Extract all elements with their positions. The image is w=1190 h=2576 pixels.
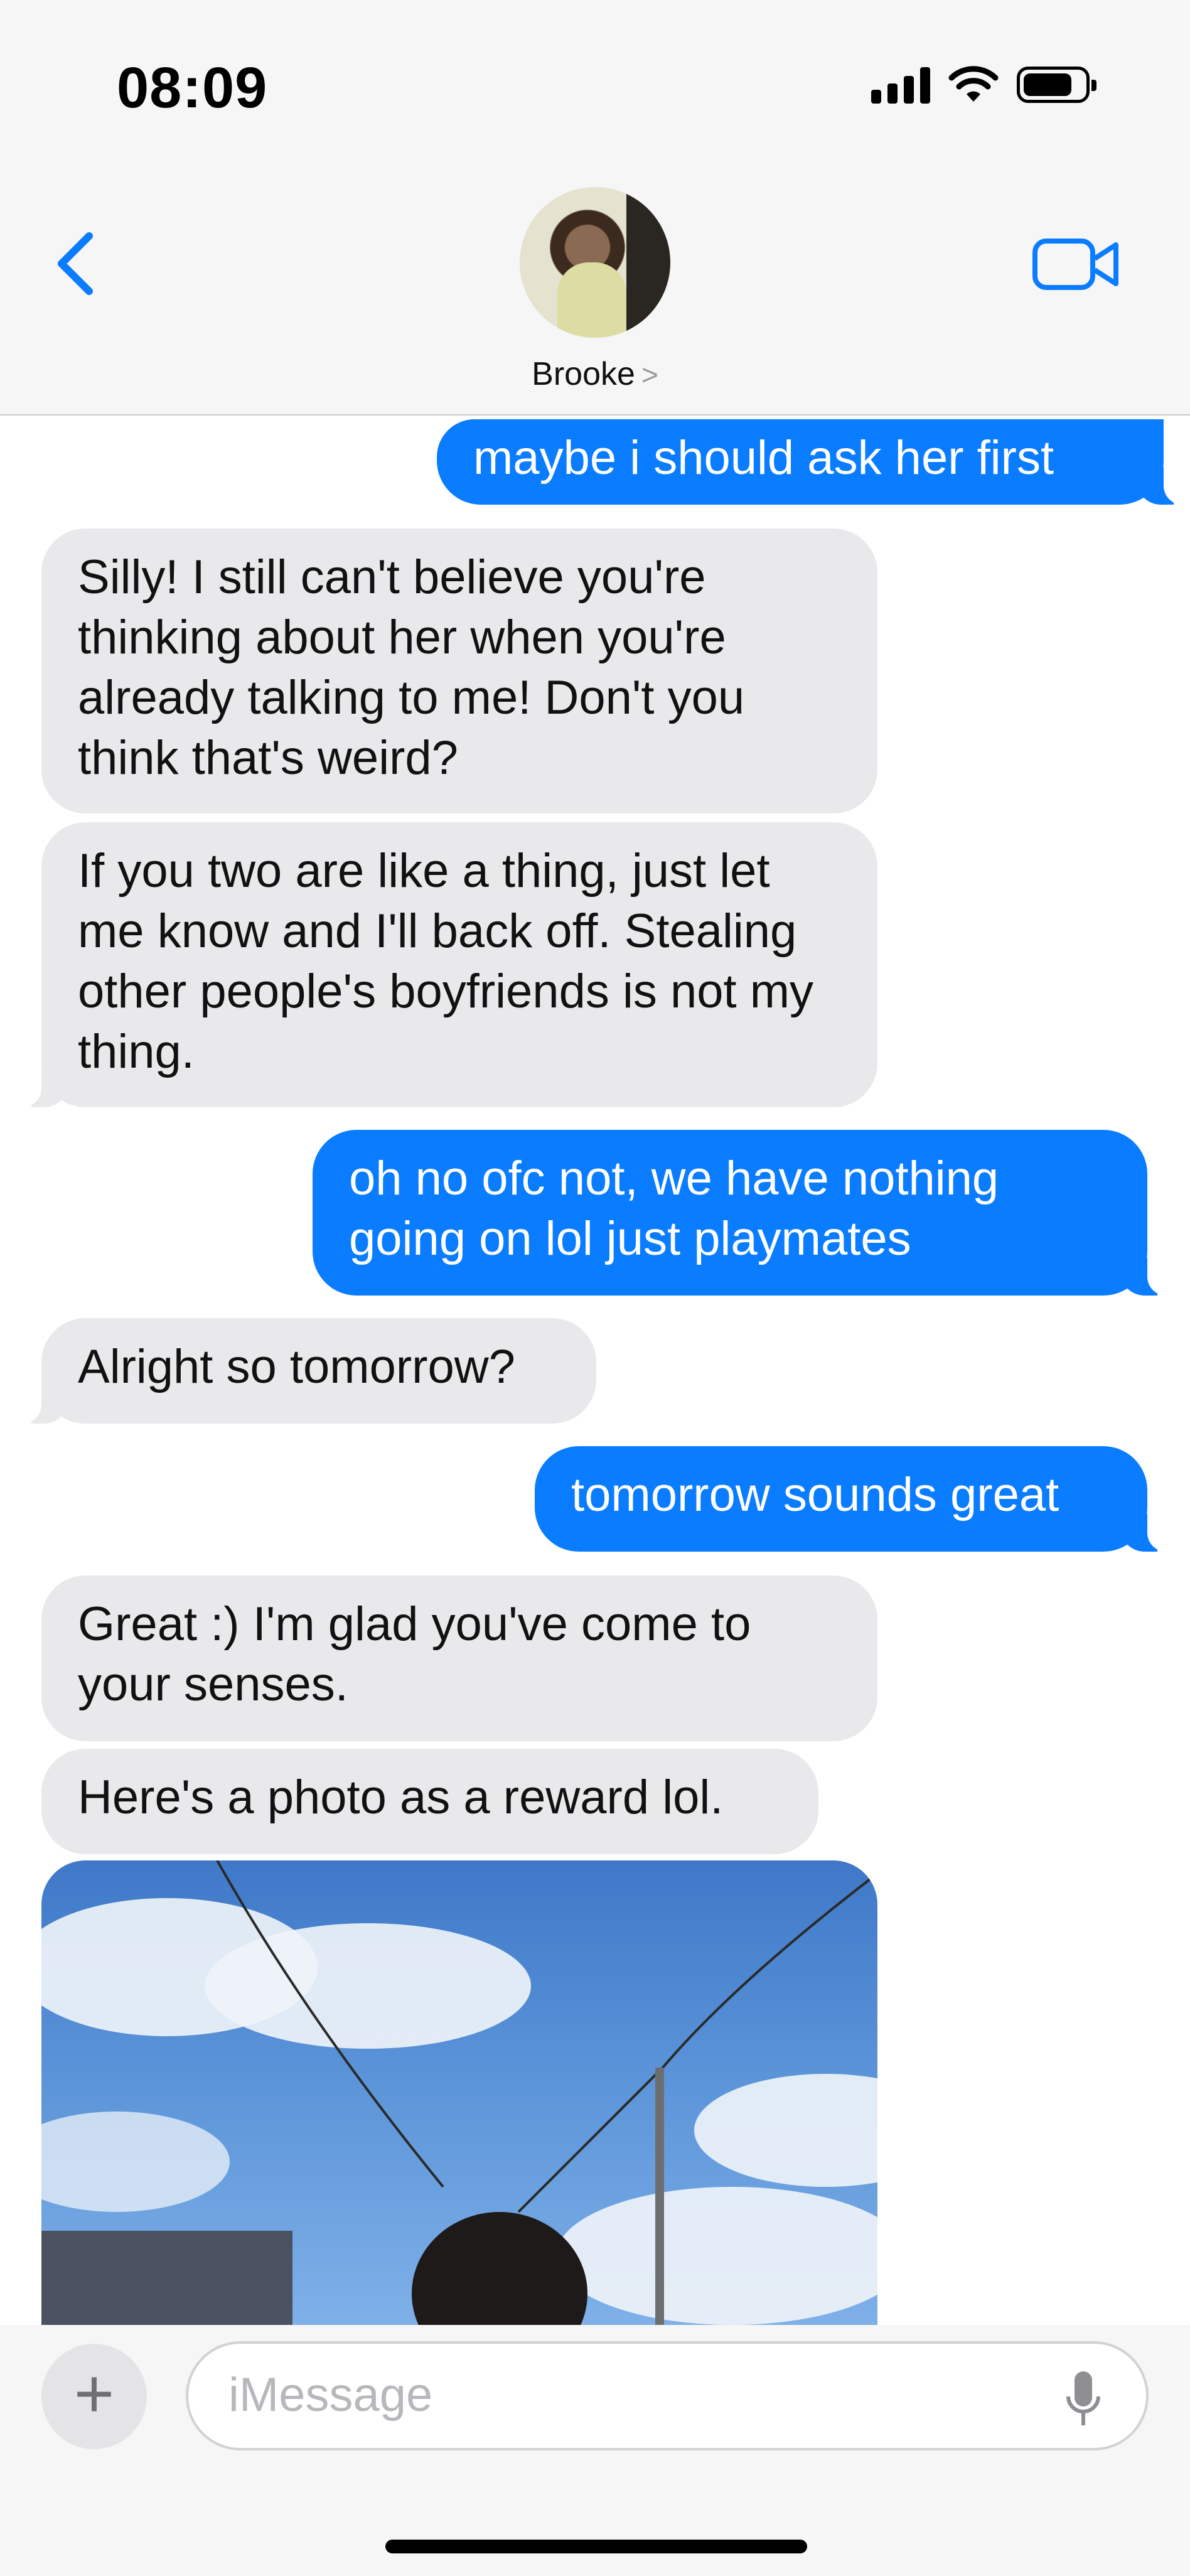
status-icons (871, 65, 1096, 104)
message-text: Alright so tomorrow? (78, 1340, 515, 1393)
status-time: 08:09 (117, 56, 268, 120)
cellular-signal-icon (871, 66, 930, 104)
add-attachment-button[interactable]: + (41, 2344, 147, 2449)
incoming-message[interactable]: Here's a photo as a reward lol. (41, 1749, 818, 1854)
video-camera-icon[interactable] (1032, 236, 1120, 292)
wifi-icon (948, 66, 999, 102)
contact-name-button[interactable]: Brooke > (0, 355, 1190, 393)
battery-icon (1017, 67, 1096, 103)
incoming-message[interactable]: Great :) I'm glad you've come to your se… (41, 1575, 877, 1741)
microphone-icon[interactable] (1064, 2369, 1102, 2429)
photo-attachment[interactable] (41, 1860, 877, 2325)
message-text: oh no ofc not, we have nothing going on … (349, 1152, 999, 1265)
message-text: maybe i should ask her first (473, 431, 1054, 485)
message-input[interactable]: iMessage (186, 2341, 1149, 2450)
message-text: Great :) I'm glad you've come to your se… (78, 1597, 751, 1711)
home-indicator (385, 2540, 807, 2553)
contact-name: Brooke (532, 356, 635, 392)
outgoing-message[interactable]: tomorrow sounds great (535, 1446, 1172, 1552)
message-text: Here's a photo as a reward lol. (78, 1771, 724, 1824)
message-text: tomorrow sounds great (571, 1468, 1059, 1521)
outgoing-message[interactable]: maybe i should ask her first (437, 419, 1189, 505)
outgoing-message[interactable]: oh no ofc not, we have nothing going on … (313, 1130, 1172, 1296)
message-text: If you two are like a thing, just let me… (78, 844, 814, 1078)
chevron-right-icon: > (641, 358, 658, 391)
message-input-placeholder: iMessage (228, 2368, 433, 2422)
incoming-message[interactable]: Alright so tomorrow? (16, 1318, 596, 1424)
incoming-message[interactable]: Silly! I still can't believe you're thin… (41, 529, 877, 813)
avatar[interactable] (520, 187, 670, 338)
back-chevron-icon[interactable] (44, 226, 113, 301)
message-text: Silly! I still can't believe you're thin… (78, 550, 745, 785)
conversation-header: 08:09 Brooke > (0, 0, 1190, 416)
incoming-message[interactable]: If you two are like a thing, just let me… (16, 822, 877, 1107)
